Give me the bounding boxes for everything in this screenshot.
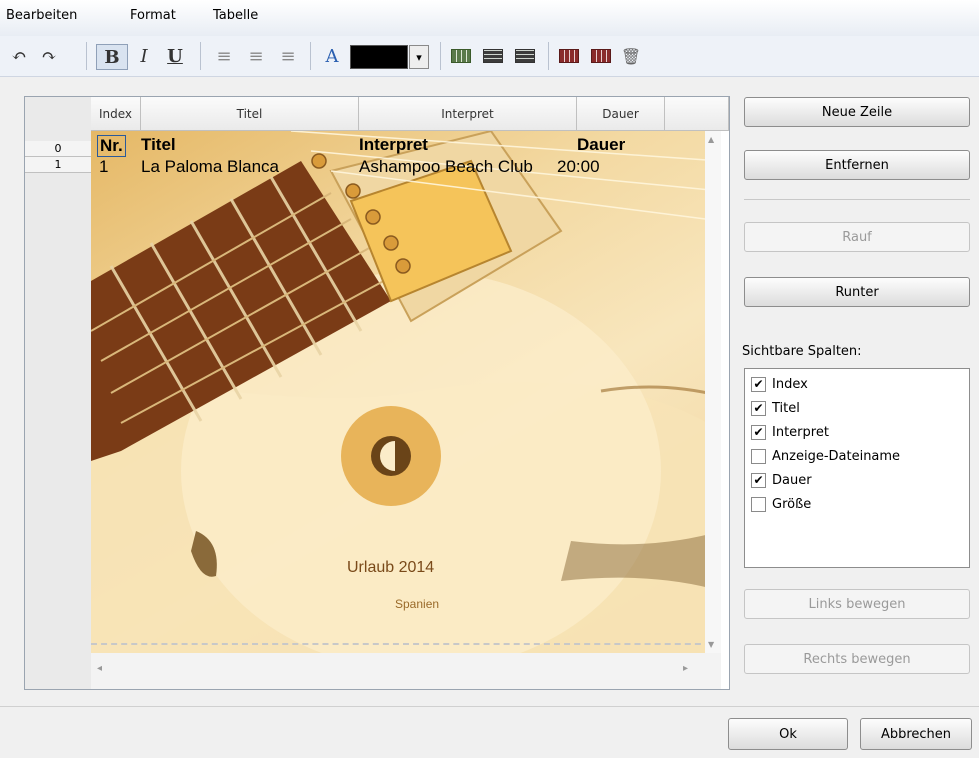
column-checkbox-titel[interactable]: ✔ Titel: [751, 397, 800, 419]
checkbox[interactable]: ✔: [751, 376, 766, 392]
undo-icon[interactable]: ↶: [6, 44, 32, 68]
divider: [744, 199, 970, 200]
column-header-titel[interactable]: Titel: [141, 97, 359, 131]
down-button[interactable]: Runter: [744, 277, 970, 307]
row-number[interactable]: 0: [25, 141, 91, 157]
column-checkbox-index[interactable]: ✔ Index: [751, 373, 808, 395]
remove-button[interactable]: Entfernen: [744, 150, 970, 180]
toolbar-separator: [548, 42, 549, 70]
ok-button[interactable]: Ok: [728, 718, 848, 750]
table-cell[interactable]: Dauer: [577, 135, 625, 155]
checkbox-label: Dauer: [772, 472, 812, 488]
checkbox[interactable]: [751, 448, 766, 464]
table-cell[interactable]: La Paloma Blanca: [141, 157, 279, 177]
table-cell[interactable]: 1: [99, 157, 108, 177]
checkbox[interactable]: ✔: [751, 424, 766, 440]
checkbox[interactable]: ✔: [751, 472, 766, 488]
checkbox-label: Index: [772, 376, 808, 392]
cover-subtitle: Spanien: [395, 597, 440, 611]
checkbox-label: Titel: [772, 400, 800, 416]
toolbar-separator: [310, 42, 311, 70]
insert-row-icon[interactable]: [480, 44, 506, 68]
bold-button[interactable]: B: [96, 44, 128, 70]
table-cell[interactable]: Ashampoo Beach Club: [359, 157, 533, 177]
row-number[interactable]: 1: [25, 157, 91, 173]
column-header-dauer[interactable]: Dauer: [577, 97, 665, 131]
up-button[interactable]: Rauf: [744, 222, 970, 252]
table-cell[interactable]: Nr.: [97, 135, 126, 157]
align-right-icon[interactable]: ≡: [276, 44, 300, 68]
table-cell[interactable]: Titel: [141, 135, 176, 155]
row-header-column: [25, 97, 92, 689]
align-center-icon[interactable]: ≡: [244, 44, 268, 68]
scroll-left-icon[interactable]: ◂: [97, 663, 102, 674]
checkbox[interactable]: [751, 496, 766, 512]
move-right-button[interactable]: Rechts bewegen: [744, 644, 970, 674]
scroll-right-icon[interactable]: ▸: [683, 663, 688, 674]
checkbox-label: Interpret: [772, 424, 829, 440]
font-color-icon[interactable]: A: [320, 44, 344, 68]
color-dropdown-button[interactable]: ▾: [409, 45, 429, 69]
append-row-icon[interactable]: [512, 44, 538, 68]
delete-column-icon[interactable]: [556, 44, 582, 68]
align-left-icon[interactable]: ≡: [212, 44, 236, 68]
trash-icon[interactable]: 🗑: [618, 44, 644, 68]
redo-icon[interactable]: ↷: [36, 44, 62, 68]
toolbar-separator: [200, 42, 201, 70]
insert-column-icon[interactable]: [448, 44, 474, 68]
column-checkbox-dauer[interactable]: ✔ Dauer: [751, 469, 812, 491]
new-row-button[interactable]: Neue Zeile: [744, 97, 970, 127]
visible-columns-label: Sichtbare Spalten:: [742, 344, 862, 359]
table-cell[interactable]: Interpret: [359, 135, 428, 155]
checkbox-label: Größe: [772, 496, 812, 512]
column-checkbox-interpret[interactable]: ✔ Interpret: [751, 421, 829, 443]
table-editor: Index Titel Interpret Dauer 0 1 Nr. Tite…: [24, 96, 730, 690]
cancel-button[interactable]: Abbrechen: [860, 718, 972, 750]
italic-button[interactable]: I: [132, 44, 156, 68]
menu-bearbeiten[interactable]: Bearbeiten: [6, 8, 77, 23]
column-header-index[interactable]: Index: [91, 97, 141, 131]
column-header-interpret[interactable]: Interpret: [359, 97, 577, 131]
page-break-line: [91, 643, 721, 645]
delete-row-icon[interactable]: [588, 44, 614, 68]
checkbox-label: Anzeige-Dateiname: [772, 448, 901, 464]
column-checkbox-groesse[interactable]: Größe: [751, 493, 811, 515]
footer-divider: [0, 706, 979, 707]
toolbar: ↶ ↷ B I U ≡ ≡ ≡ A ▾ 🗑: [0, 36, 979, 77]
scroll-down-icon[interactable]: ▼: [708, 640, 714, 649]
column-header-empty: [665, 97, 729, 131]
visible-columns-list: ✔ Index ✔ Titel ✔ Interpret Anzeige-Date…: [744, 368, 970, 568]
column-checkbox-anzeige-dateiname[interactable]: Anzeige-Dateiname: [751, 445, 900, 467]
scroll-up-icon[interactable]: ▲: [708, 135, 714, 144]
horizontal-scrollbar[interactable]: ◂ ▸: [91, 653, 721, 689]
move-left-button[interactable]: Links bewegen: [744, 589, 970, 619]
underline-button[interactable]: U: [162, 44, 188, 68]
menu-format[interactable]: Format: [130, 8, 176, 23]
vertical-scrollbar[interactable]: ▲ ▼: [705, 131, 721, 653]
menu-tabelle[interactable]: Tabelle: [213, 8, 258, 23]
toolbar-separator: [86, 42, 87, 70]
color-swatch[interactable]: [350, 45, 408, 69]
checkbox[interactable]: ✔: [751, 400, 766, 416]
cover-title: Urlaub 2014: [347, 559, 435, 576]
toolbar-separator: [440, 42, 441, 70]
cover-preview: Nr. Titel Interpret Dauer 1 La Paloma Bl…: [91, 131, 721, 653]
table-cell[interactable]: 20:00: [557, 157, 600, 177]
menu-bar: Bearbeiten Format Tabelle: [0, 0, 979, 36]
